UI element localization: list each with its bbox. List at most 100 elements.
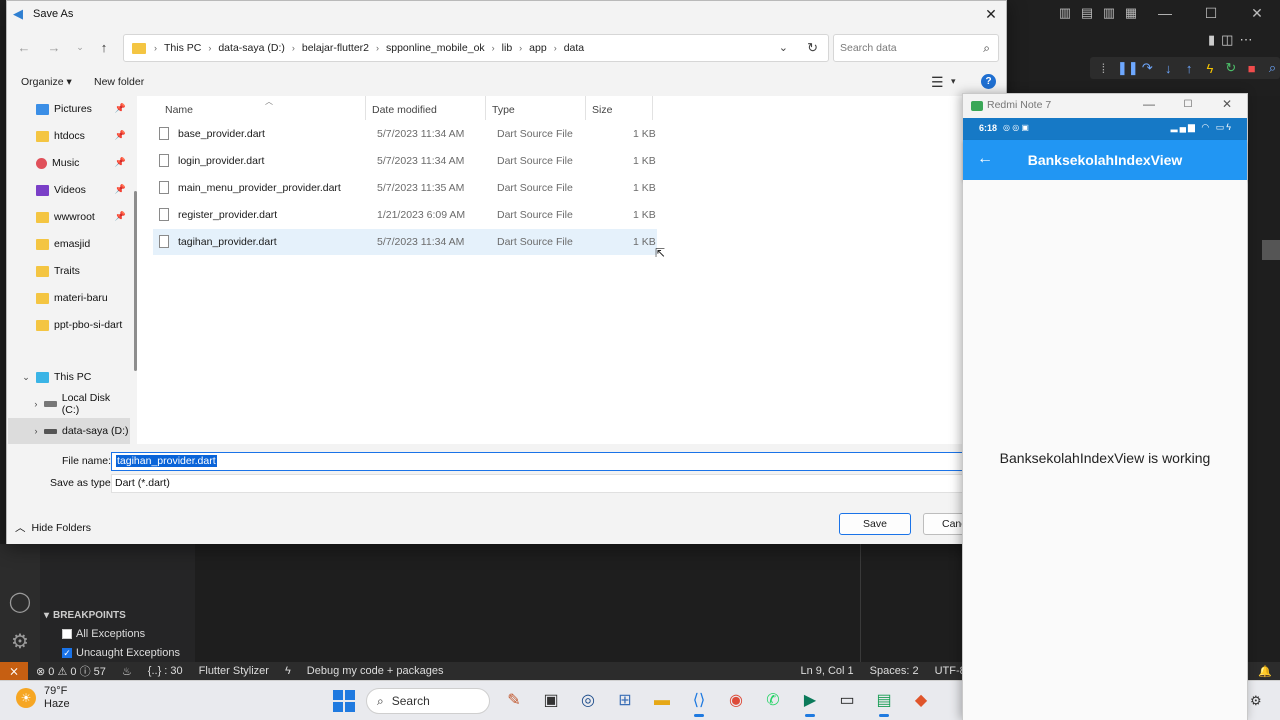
vscode-app-icon[interactable]: ⟨⟩ [685,687,713,717]
accounts-icon[interactable]: ◯ [8,590,32,614]
file-name-input[interactable]: tagihan_provider.dart [111,452,971,471]
up-arrow-icon[interactable]: ↑ [95,40,113,55]
column-divider[interactable] [485,96,486,120]
drag-handle-icon[interactable]: ⁞ [1096,61,1111,76]
view-list-icon[interactable]: ☰ [931,74,944,91]
minimize-icon[interactable]: — [1142,5,1188,21]
status-snippet[interactable]: {..} : 30 [140,665,191,677]
remote-icon[interactable]: ⨯ [0,662,28,680]
start-button[interactable] [333,690,355,712]
status-cursor-position[interactable]: Ln 9, Col 1 [792,665,861,677]
remote-desktop-icon[interactable]: ⊞ [611,687,639,715]
file-row[interactable]: base_provider.dart 5/7/2023 11:34 AM Dar… [153,121,657,147]
git-app-icon[interactable]: ◆ [907,687,935,715]
chevron-right-icon[interactable]: › [28,426,44,436]
close-icon[interactable]: ✕ [1217,97,1237,111]
column-divider[interactable] [585,96,586,120]
task-view-icon[interactable]: ▣ [537,687,565,715]
status-indentation[interactable]: Spaces: 2 [862,665,927,677]
column-divider[interactable] [365,96,366,120]
browser-app-icon[interactable]: ◎ [574,687,602,715]
nav-item-pictures[interactable]: Pictures 📌 [8,96,130,122]
organize-button[interactable]: Organize ▾ [21,76,72,88]
nav-item-wwwroot[interactable]: wwwroot 📌 [8,204,130,230]
status-flutter-stylizer[interactable]: Flutter Stylizer [191,665,277,677]
breadcrumb-drive[interactable]: data-saya (D:) [218,42,285,54]
flame-icon[interactable]: ♨ [114,665,140,678]
close-icon[interactable]: ✕ [982,5,1000,23]
checkbox-checked-icon[interactable]: ✓ [62,648,72,658]
file-row[interactable]: login_provider.dart 5/7/2023 11:34 AM Da… [153,148,657,174]
nav-item-ppt-pbo-si-dart[interactable]: ppt-pbo-si-dart [8,312,130,338]
settings-gear-icon[interactable]: ⚙ [8,630,32,654]
forward-arrow-icon[interactable]: → [45,40,63,55]
toggle-sidebar-icon[interactable]: ▥ [1054,5,1076,21]
breakpoint-uncaught-exceptions[interactable]: ✓ Uncaught Exceptions [62,647,180,659]
whatsapp-app-icon[interactable]: ✆ [759,687,787,715]
status-debug-mode[interactable]: Debug my code + packages [299,665,452,677]
tray-icon[interactable]: ⚙ [1250,693,1262,709]
column-header-size[interactable]: Size [592,100,612,120]
breadcrumb-project[interactable]: belajar-flutter2 [302,42,369,54]
nav-item-music[interactable]: Music 📌 [8,150,130,176]
toggle-panel-icon[interactable]: ▤ [1076,5,1098,21]
split-editor-icon[interactable]: ◫ [1221,32,1233,48]
toggle-secondary-sidebar-icon[interactable]: ▥ [1098,5,1120,21]
taskbar-search[interactable]: ⌕ Search [366,688,490,714]
chevron-down-icon[interactable]: ⌄ [779,41,788,54]
step-into-icon[interactable]: ↓ [1161,61,1176,76]
chevron-down-icon[interactable]: ⌄ [16,372,36,383]
chevron-down-icon[interactable]: ▾ [951,76,956,87]
terminal-app-icon[interactable]: ▭ [833,687,861,715]
breakpoints-header[interactable]: ▾ BREAKPOINTS [44,610,126,621]
emulator-app-icon[interactable]: ▤ [870,687,898,717]
lightning-icon[interactable]: ϟ [277,665,299,677]
devtools-icon[interactable]: ⌕ [1265,60,1280,76]
column-header-date[interactable]: Date modified [372,100,437,120]
breadcrumb-app[interactable]: app [529,42,547,54]
file-icon[interactable]: ▮ [1208,32,1215,48]
breadcrumb-lib[interactable]: lib [502,42,513,54]
editor-scrollbar[interactable] [1262,240,1280,260]
file-row[interactable]: register_provider.dart 1/21/2023 6:09 AM… [153,202,657,228]
save-type-select[interactable]: Dart (*.dart) [111,474,971,493]
pause-icon[interactable]: ❚❚ [1117,60,1139,76]
chevron-right-icon[interactable]: › [28,399,44,409]
customize-layout-icon[interactable]: ▦ [1120,5,1142,21]
nav-item-this-pc[interactable]: ⌄ This PC [8,364,130,390]
step-out-icon[interactable]: ↑ [1182,61,1197,76]
new-folder-button[interactable]: New folder [94,76,144,88]
maximize-icon[interactable]: ☐ [1188,5,1234,22]
file-row-selected[interactable]: tagihan_provider.dart 5/7/2023 11:34 AM … [153,229,657,255]
column-header-type[interactable]: Type [492,100,515,120]
back-arrow-icon[interactable]: ← [15,40,33,55]
address-bar[interactable]: › This PC › data-saya (D:) › belajar-flu… [123,34,829,62]
checkbox-icon[interactable] [62,629,72,639]
step-over-icon[interactable]: ↷ [1140,60,1155,76]
breadcrumb-this-pc[interactable]: This PC [164,42,201,54]
more-actions-icon[interactable]: ⋯ [1239,32,1252,48]
notifications-icon[interactable]: 🔔 [1250,665,1280,678]
nav-item-videos[interactable]: Videos 📌 [8,177,130,203]
widgets-app-icon[interactable]: ✎ [500,687,528,715]
nav-item-data-saya[interactable]: › data-saya (D:) [8,418,130,444]
search-input[interactable]: Search data ⌕ [833,34,999,62]
recent-locations-icon[interactable]: ⌄ [71,42,89,53]
refresh-icon[interactable]: ↻ [807,40,818,56]
minimize-icon[interactable]: — [1139,97,1159,111]
restart-icon[interactable]: ↻ [1223,60,1238,76]
problems-indicator[interactable]: ⊗ 0 ⚠ 0 ⓘ 57 [28,663,114,679]
help-icon[interactable]: ? [981,74,996,89]
stop-icon[interactable]: ■ [1244,61,1259,76]
file-explorer-icon[interactable]: ▬ [648,687,676,715]
weather-widget[interactable]: ☀ 79°F Haze [16,685,70,711]
maximize-icon[interactable]: ☐ [1178,99,1198,110]
nav-item-materi-baru[interactable]: materi-baru [8,285,130,311]
android-studio-icon[interactable]: ▶ [796,687,824,717]
column-divider[interactable] [652,96,653,120]
nav-item-htdocs[interactable]: htdocs 📌 [8,123,130,149]
hide-folders-button[interactable]: ︿ Hide Folders [15,520,91,535]
hot-reload-icon[interactable]: ϟ [1203,61,1218,76]
breadcrumb-app-folder[interactable]: spponline_mobile_ok [386,42,485,54]
chrome-app-icon[interactable]: ◉ [722,687,750,715]
